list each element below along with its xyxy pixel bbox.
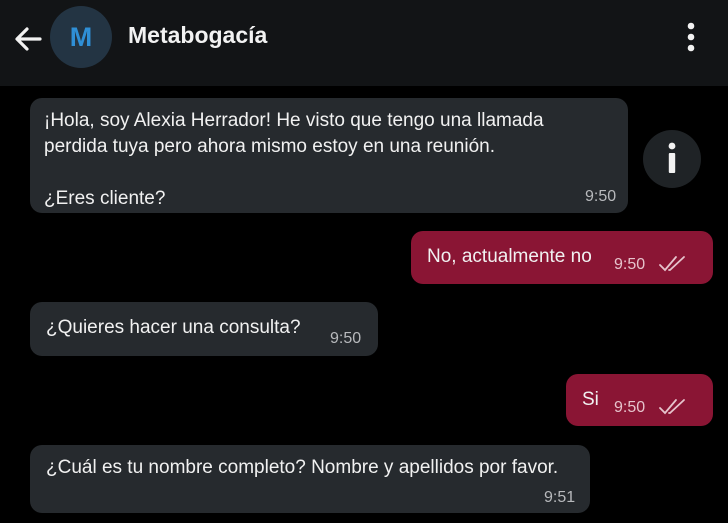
info-icon	[668, 142, 676, 173]
message-text: No, actualmente no	[427, 246, 592, 267]
message-outgoing[interactable]: Si 9:50	[566, 374, 713, 426]
message-text: ¿Quieres hacer una consulta?	[46, 317, 301, 338]
message-time: 9:50	[330, 330, 362, 347]
message-outgoing[interactable]: No, actualmente no 9:50	[411, 231, 713, 284]
chat-header: M Metabogacía	[0, 0, 728, 86]
more-options-button[interactable]	[679, 18, 703, 58]
message-text: ¡Hola, soy Alexia Herrador! He visto que…	[44, 110, 544, 209]
message-text: ¿Cuál es tu nombre completo? Nombre y ap…	[46, 457, 559, 478]
double-check-icon	[659, 399, 685, 415]
message-time: 9:50	[614, 399, 646, 416]
avatar[interactable]: M	[50, 6, 112, 68]
message-time: 9:50	[614, 256, 646, 273]
more-vertical-icon	[687, 22, 695, 52]
info-button[interactable]	[643, 130, 701, 188]
message-incoming[interactable]: ¿Quieres hacer una consulta? 9:50	[30, 302, 378, 356]
message-incoming[interactable]: ¿Cuál es tu nombre completo? Nombre y ap…	[30, 445, 590, 513]
arrow-left-icon	[15, 27, 42, 51]
avatar-letter: M	[69, 21, 93, 52]
message-time: 9:51	[544, 489, 576, 506]
back-button[interactable]	[10, 20, 48, 58]
double-check-icon	[659, 256, 685, 272]
message-time: 9:50	[585, 188, 617, 205]
contact-name[interactable]: Metabogacía	[128, 22, 267, 49]
message-incoming[interactable]: ¡Hola, soy Alexia Herrador! He visto que…	[30, 98, 628, 213]
